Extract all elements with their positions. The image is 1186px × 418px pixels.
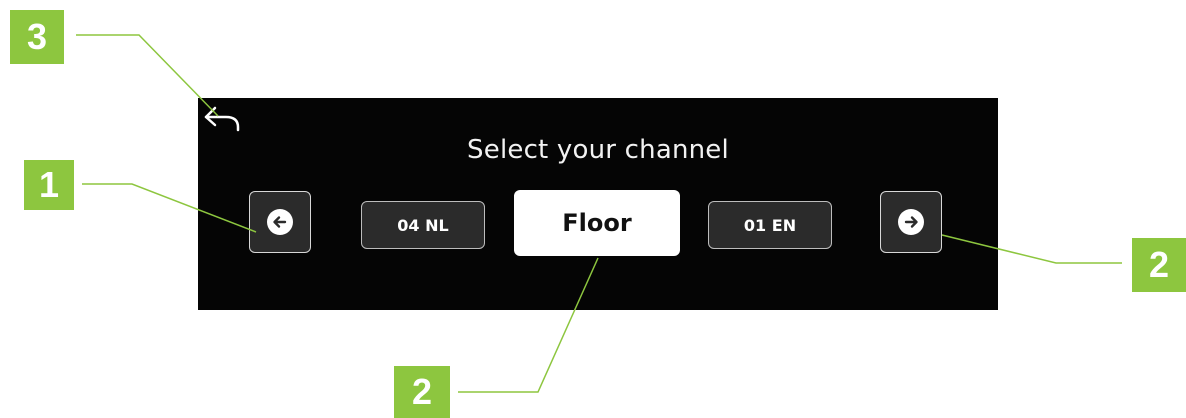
channel-selector-screen: Select your channel 04 NL Floor 01 EN <box>198 98 998 310</box>
arrow-right-icon <box>898 209 924 235</box>
back-arrow-icon <box>204 106 240 132</box>
callout-marker-current: 2 <box>394 366 450 418</box>
arrow-left-icon <box>267 209 293 235</box>
callout-marker-previous: 1 <box>24 160 74 210</box>
previous-channel-button[interactable] <box>249 191 311 253</box>
back-button[interactable] <box>202 103 242 133</box>
page-title: Select your channel <box>467 135 729 165</box>
leader-line-3 <box>76 34 219 117</box>
current-channel-label[interactable]: Floor <box>514 190 680 256</box>
callout-marker-back: 3 <box>10 10 64 64</box>
next-channel-label[interactable]: 01 EN <box>708 201 832 249</box>
previous-channel-label[interactable]: 04 NL <box>361 201 485 249</box>
next-channel-button[interactable] <box>880 191 942 253</box>
callout-marker-next: 2 <box>1132 238 1186 292</box>
